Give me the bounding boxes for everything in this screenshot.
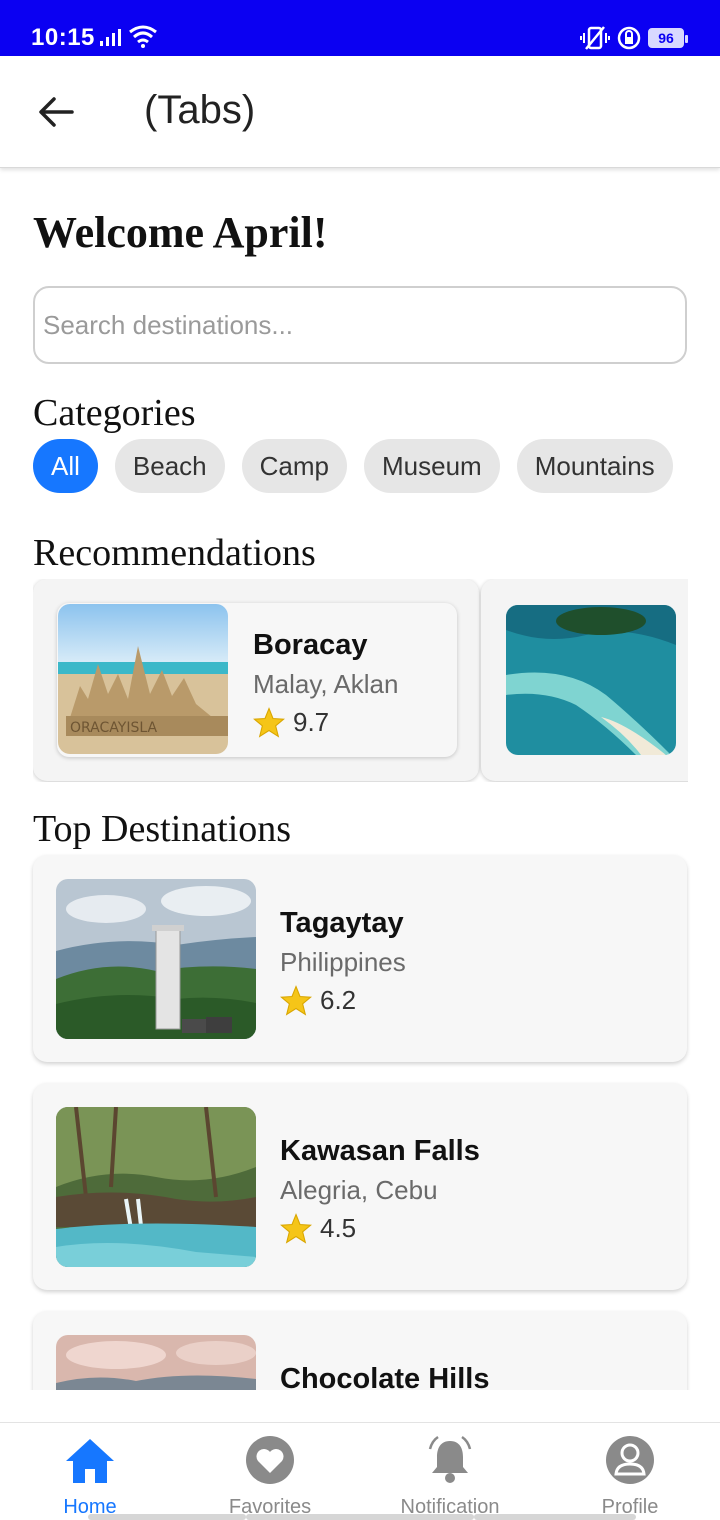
destination-card[interactable]: Chocolate Hills [33, 1311, 687, 1390]
page-title: (Tabs) [144, 88, 256, 132]
bell-icon [428, 1435, 472, 1483]
gesture-bar [474, 1514, 636, 1520]
battery-icon: 96 [648, 28, 688, 48]
destination-name: Chocolate Hills [280, 1363, 490, 1390]
recommendation-location: Malay, Aklan [253, 669, 399, 699]
status-bar: 10:15 96 [0, 0, 720, 56]
nav-home[interactable]: Home [0, 1423, 180, 1520]
chocolate-hills-image [56, 1335, 256, 1390]
star-icon [280, 1213, 312, 1244]
recommendation-card[interactable] [481, 579, 688, 781]
category-chips: All Beach Camp Museum Mountains [33, 439, 673, 493]
category-chip-beach[interactable]: Beach [114, 439, 225, 493]
category-chip-mountains[interactable]: Mountains [516, 439, 673, 493]
svg-text:ORACAYISLA: ORACAYISLA [70, 720, 157, 736]
destination-name: Tagaytay [280, 907, 404, 939]
category-chip-camp[interactable]: Camp [241, 439, 347, 493]
top-destinations-title: Top Destinations [33, 808, 292, 850]
app-bar: (Tabs) [0, 56, 720, 168]
category-chip-museum[interactable]: Museum [364, 439, 500, 493]
gesture-bar [88, 1514, 246, 1520]
heart-icon [246, 1436, 294, 1484]
bottom-navigation: Home Favorites Notification Profile [0, 1422, 720, 1520]
rating-value: 6.2 [320, 985, 357, 1015]
welcome-heading: Welcome April! [33, 208, 328, 257]
recommendation-rating: 9.7 [253, 707, 329, 738]
rating-value: 9.7 [293, 707, 330, 737]
nav-favorites[interactable]: Favorites [180, 1423, 360, 1520]
wifi-icon [128, 24, 158, 53]
profile-icon [606, 1436, 654, 1484]
recommendations-title: Recommendations [33, 532, 316, 574]
signal-icon [100, 28, 122, 51]
gesture-bar [246, 1514, 474, 1520]
vibrate-icon [580, 25, 610, 56]
destination-rating: 6.2 [280, 985, 356, 1016]
rating-value: 4.5 [320, 1213, 357, 1243]
nav-profile[interactable]: Profile [540, 1423, 720, 1520]
destination-rating: 4.5 [280, 1213, 356, 1244]
destination-location: Alegria, Cebu [280, 1175, 438, 1205]
search-input[interactable] [33, 286, 687, 364]
recommendation-card-inner: ORACAYISLA Boracay Malay, Aklan 9.7 [57, 603, 457, 757]
tagaytay-image [56, 879, 256, 1039]
destination-name: Kawasan Falls [280, 1135, 480, 1167]
destination-location: Philippines [280, 947, 406, 977]
destination-card[interactable]: Kawasan Falls Alegria, Cebu 4.5 [33, 1083, 687, 1290]
recommendations-carousel[interactable]: ORACAYISLA Boracay Malay, Aklan 9.7 [33, 579, 688, 782]
home-icon [66, 1439, 114, 1483]
destination-card[interactable]: Tagaytay Philippines 6.2 [33, 855, 687, 1062]
categories-title: Categories [33, 392, 196, 434]
arrow-left-icon [39, 97, 74, 127]
lagoon-image [506, 605, 676, 755]
recommendation-name: Boracay [253, 629, 368, 661]
rotation-lock-icon [616, 25, 642, 56]
status-time: 10:15 [31, 24, 95, 51]
back-button[interactable] [30, 86, 82, 138]
star-icon [253, 707, 285, 738]
kawasan-falls-image [56, 1107, 256, 1267]
recommendation-card[interactable]: ORACAYISLA Boracay Malay, Aklan 9.7 [33, 579, 479, 781]
boracay-image: ORACAYISLA [58, 604, 228, 754]
category-chip-all[interactable]: All [33, 439, 98, 493]
nav-notification[interactable]: Notification [360, 1423, 540, 1520]
home-scroll-content[interactable]: Welcome April! Categories All Beach Camp… [0, 169, 720, 1390]
star-icon [280, 985, 312, 1016]
